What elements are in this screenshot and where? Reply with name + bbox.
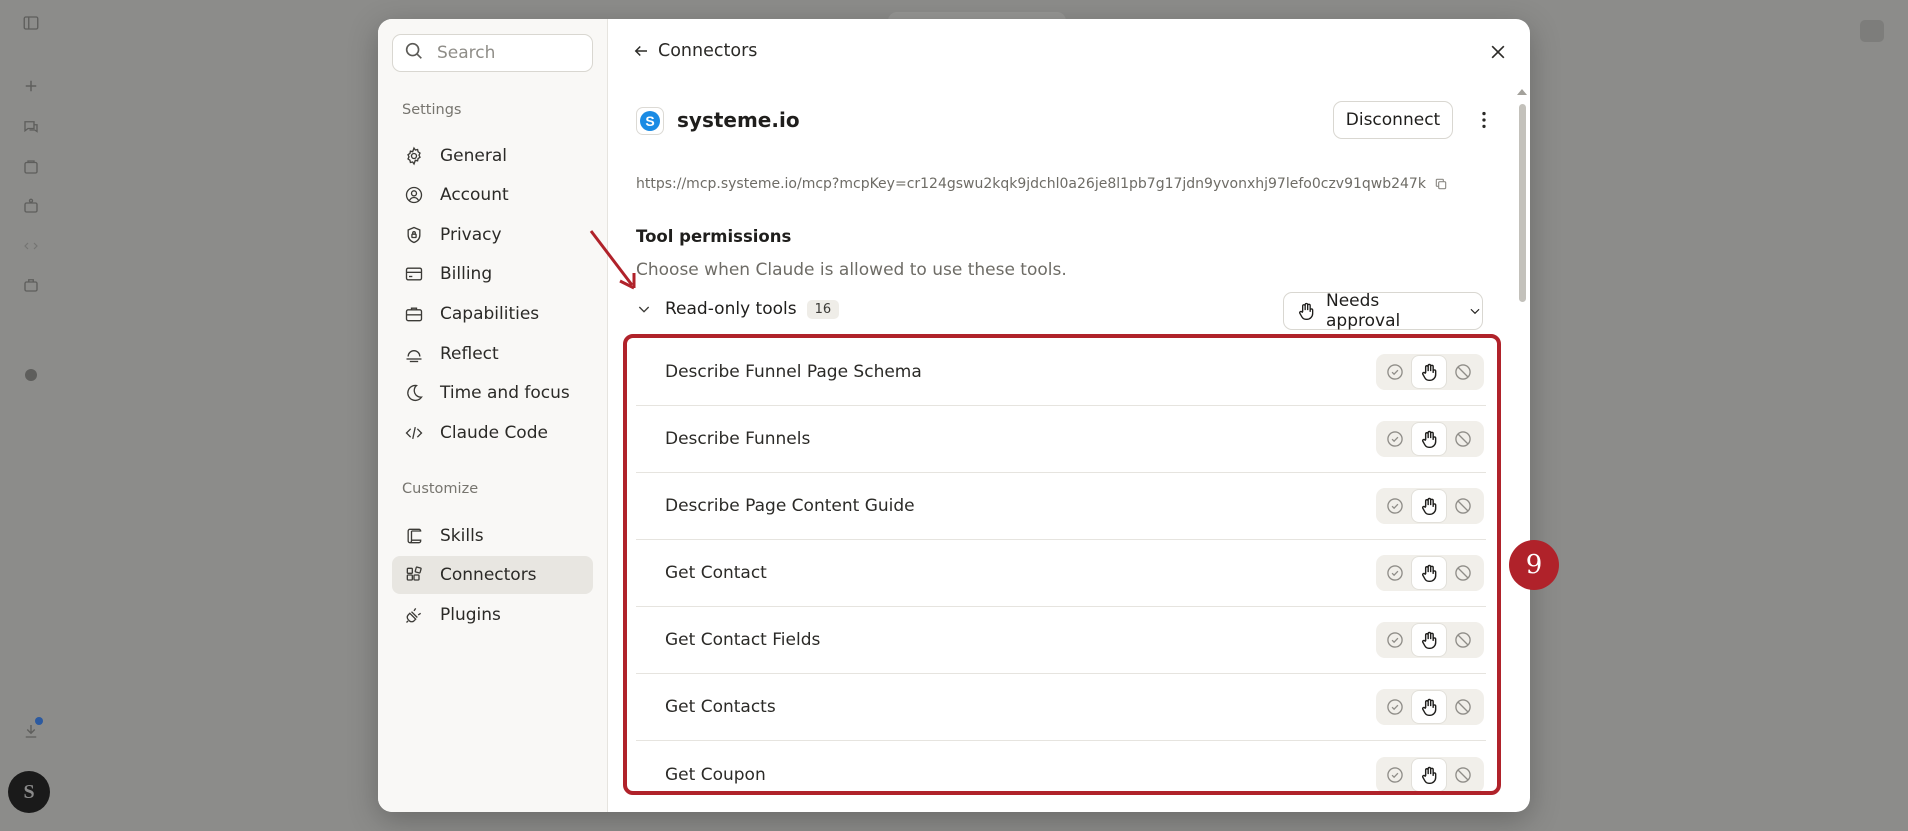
chevron-down-icon	[1468, 304, 1482, 318]
sidebar-item-general[interactable]: General	[392, 137, 593, 175]
scroll-icon	[404, 526, 424, 546]
scroll-up-arrow[interactable]	[1517, 89, 1527, 95]
window-control[interactable]	[1860, 20, 1884, 42]
sidebar-item-time-and-focus[interactable]: Time and focus	[392, 374, 593, 412]
code-icon[interactable]	[22, 237, 40, 255]
tool-permissions-title: Tool permissions	[636, 227, 792, 246]
extension-icon[interactable]	[22, 366, 40, 384]
moon-icon	[404, 383, 424, 403]
sidebar-item-billing[interactable]: Billing	[392, 255, 593, 293]
arrow-left-icon	[634, 45, 647, 57]
chevron-down-icon	[636, 301, 652, 317]
hand-icon	[1296, 301, 1316, 321]
search-box[interactable]	[392, 34, 593, 72]
projects-icon[interactable]	[22, 158, 40, 176]
new-chat-icon[interactable]	[22, 77, 40, 95]
search-input[interactable]	[437, 43, 587, 63]
settings-sidebar: Settings General Account Privacy Billing…	[378, 19, 608, 812]
tool-permissions-subtitle: Choose when Claude is allowed to use the…	[636, 260, 1067, 280]
sidebar-item-label: Privacy	[440, 225, 502, 245]
shield-lock-icon	[404, 225, 424, 245]
sidebar-item-claude-code[interactable]: Claude Code	[392, 414, 593, 452]
sidebar-item-plugins[interactable]: Plugins	[392, 596, 593, 634]
section-label-customize: Customize	[402, 481, 479, 497]
briefcase-icon	[404, 304, 424, 324]
sidebar-toggle-icon[interactable]	[22, 14, 40, 32]
connector-name: systeme.io	[677, 108, 800, 132]
copy-icon[interactable]	[1434, 177, 1448, 191]
code-icon	[404, 423, 424, 443]
search-icon	[403, 40, 425, 66]
tool-count-badge: 16	[806, 299, 840, 319]
scrollbar-thumb[interactable]	[1519, 104, 1526, 302]
avatar[interactable]: S	[8, 771, 50, 813]
briefcase-icon[interactable]	[22, 276, 40, 294]
annotation-badge: 9	[1509, 540, 1559, 590]
read-only-tools-toggle[interactable]: Read-only tools 16	[636, 299, 840, 319]
sidebar-item-label: Account	[440, 185, 509, 205]
connectors-icon	[404, 565, 424, 585]
sidebar-item-connectors[interactable]: Connectors	[392, 556, 593, 594]
annotation-arrow-icon	[589, 230, 636, 290]
app-rail: S	[0, 0, 62, 831]
plug-icon	[404, 605, 424, 625]
connector-url: https://mcp.systeme.io/mcp?mcpKey=cr124g…	[636, 176, 1426, 192]
group-permission-dropdown[interactable]: Needs approval	[1283, 291, 1483, 331]
sidebar-item-label: Claude Code	[440, 423, 548, 443]
connector-url-row: https://mcp.systeme.io/mcp?mcpKey=cr124g…	[636, 176, 1448, 192]
sidebar-item-label: Capabilities	[440, 304, 540, 324]
sidebar-item-label: Skills	[440, 526, 484, 546]
disconnect-button[interactable]: Disconnect	[1333, 101, 1453, 139]
back-label: Connectors	[658, 41, 758, 61]
sidebar-item-label: General	[440, 146, 507, 166]
close-icon[interactable]	[1488, 42, 1508, 62]
sidebar-item-account[interactable]: Account	[392, 176, 593, 214]
user-circle-icon	[404, 185, 424, 205]
back-to-connectors-button[interactable]: Connectors	[632, 41, 757, 61]
systeme-logo-icon: S	[640, 111, 660, 131]
read-only-tools-label: Read-only tools	[665, 299, 797, 319]
sidebar-item-label: Time and focus	[440, 383, 570, 403]
sidebar-item-skills[interactable]: Skills	[392, 517, 593, 555]
sidebar-item-label: Plugins	[440, 605, 501, 625]
chats-icon[interactable]	[22, 118, 40, 136]
sidebar-item-label: Billing	[440, 264, 493, 284]
connector-logo: S	[636, 107, 664, 135]
permission-value: Needs approval	[1326, 291, 1401, 331]
sidebar-item-capabilities[interactable]: Capabilities	[392, 295, 593, 333]
annotation-highlight-box	[623, 334, 1501, 795]
sidebar-item-reflect[interactable]: Reflect	[392, 335, 593, 373]
sidebar-item-label: Connectors	[440, 565, 537, 585]
artifacts-icon[interactable]	[22, 197, 40, 215]
sidebar-item-label: Reflect	[440, 344, 499, 364]
credit-card-icon	[404, 264, 424, 284]
sunrise-icon	[404, 344, 424, 364]
section-label-settings: Settings	[402, 102, 462, 118]
sidebar-item-privacy[interactable]: Privacy	[392, 216, 593, 254]
more-options-icon[interactable]	[1473, 109, 1495, 131]
notification-dot	[35, 717, 43, 725]
gear-icon	[404, 146, 424, 166]
